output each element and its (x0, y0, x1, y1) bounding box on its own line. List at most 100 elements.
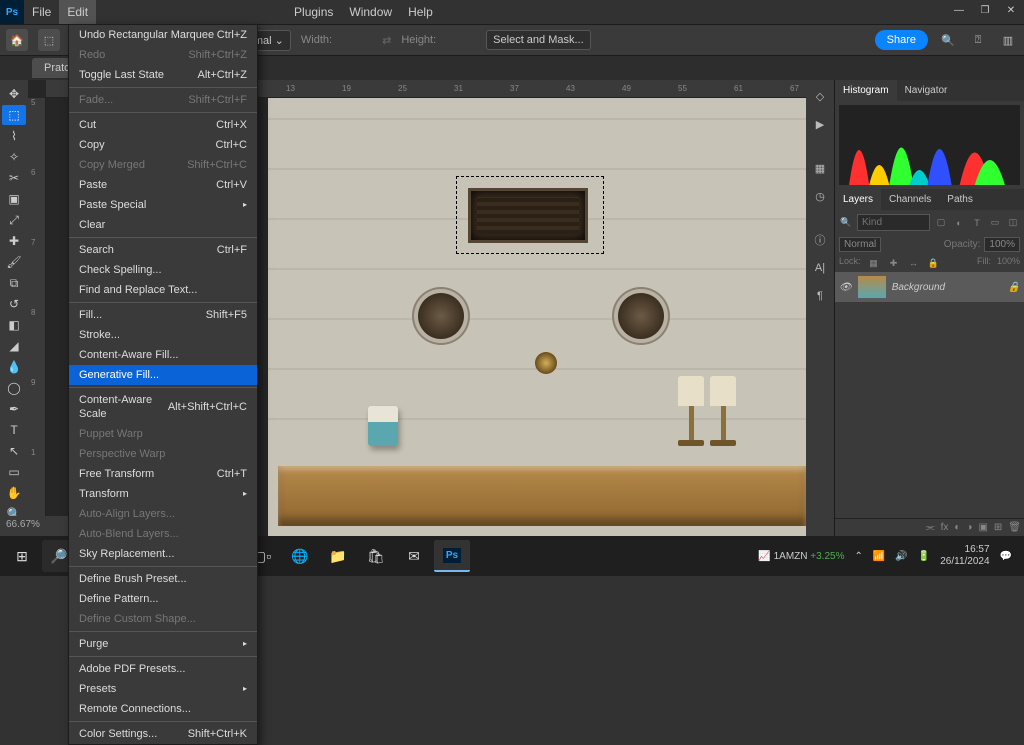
group-icon[interactable]: ▣ (978, 522, 987, 533)
filter-type-icon[interactable]: T (970, 216, 984, 230)
search-icon[interactable]: 🔍 (938, 30, 958, 50)
delete-icon[interactable]: 🗑 (1008, 522, 1021, 533)
color-icon[interactable]: ▦ (810, 158, 830, 178)
marquee-selection[interactable] (456, 176, 604, 254)
clock-icon[interactable]: ◷ (810, 186, 830, 206)
menu-item[interactable]: Color Settings...Shift+Ctrl+K (69, 724, 257, 744)
status-zoom[interactable]: 66.67% (0, 516, 68, 536)
visibility-icon[interactable]: 👁 (839, 282, 852, 293)
workspace-icon[interactable]: ▥ (998, 30, 1018, 50)
layer-thumbnail[interactable] (858, 276, 886, 298)
menu-file[interactable]: File (24, 0, 59, 24)
history-brush-tool[interactable]: ↺ (2, 294, 26, 314)
tray-up-icon[interactable]: ⌃ (854, 551, 862, 562)
wifi-icon[interactable]: 📶 (873, 551, 885, 562)
info-icon[interactable]: ⓘ (810, 230, 830, 250)
fill-value[interactable]: 100% (997, 256, 1020, 270)
menu-item[interactable]: Define Brush Preset... (69, 569, 257, 589)
menu-item[interactable]: CopyCtrl+C (69, 135, 257, 155)
volume-icon[interactable]: 🔊 (895, 551, 907, 562)
photoshop-taskbar-icon[interactable]: Ps (434, 540, 470, 572)
notifications-icon[interactable]: 💬 (1000, 551, 1012, 562)
share-button[interactable]: Share (875, 30, 928, 50)
menu-item[interactable]: CutCtrl+X (69, 115, 257, 135)
explorer-icon[interactable]: 📁 (320, 540, 356, 572)
document-canvas[interactable] (268, 98, 806, 536)
menu-item[interactable]: Purge (69, 634, 257, 654)
window-minimize[interactable]: — (946, 0, 972, 20)
edit-menu-dropdown[interactable]: Undo Rectangular MarqueeCtrl+ZRedoShift+… (68, 24, 258, 745)
mail-icon[interactable]: ✉ (396, 540, 432, 572)
channels-tab[interactable]: Channels (881, 189, 939, 210)
layers-tab[interactable]: Layers (835, 189, 881, 210)
menu-item[interactable]: PasteCtrl+V (69, 175, 257, 195)
menu-item[interactable]: Undo Rectangular MarqueeCtrl+Z (69, 25, 257, 45)
new-layer-icon[interactable]: ⊞ (994, 522, 1002, 533)
window-close[interactable]: ✕ (998, 0, 1024, 20)
start-button[interactable]: ⊞ (4, 540, 40, 572)
mask-icon[interactable]: ◐ (954, 522, 960, 533)
lock-position-icon[interactable]: ✚ (887, 256, 901, 270)
eraser-tool[interactable]: ◧ (2, 315, 26, 335)
marquee-preset-icon[interactable]: ⬚ (38, 29, 60, 51)
blend-mode-select[interactable]: Normal (839, 237, 881, 252)
menu-item[interactable]: Fill...Shift+F5 (69, 305, 257, 325)
link-layers-icon[interactable]: ⫘ (926, 522, 935, 533)
menu-item[interactable]: Clear (69, 215, 257, 235)
menu-item[interactable]: Remote Connections... (69, 699, 257, 719)
ps-logo[interactable]: Ps (0, 0, 24, 24)
menu-item[interactable]: Sky Replacement... (69, 544, 257, 564)
menu-item[interactable]: Presets (69, 679, 257, 699)
stamp-tool[interactable]: ⧉ (2, 273, 26, 293)
menu-item[interactable]: Free TransformCtrl+T (69, 464, 257, 484)
menu-item[interactable]: Stroke... (69, 325, 257, 345)
menu-item[interactable]: Transform (69, 484, 257, 504)
edge-icon[interactable]: 🌐 (282, 540, 318, 572)
marquee-tool[interactable]: ⬚ (2, 105, 26, 125)
menu-item[interactable]: Adobe PDF Presets... (69, 659, 257, 679)
type-panel-icon[interactable]: A| (810, 258, 830, 278)
menu-item[interactable]: Content-Aware Fill... (69, 345, 257, 365)
fx-icon[interactable]: fx (941, 522, 949, 533)
play-icon[interactable]: ▶ (810, 114, 830, 134)
opacity-value[interactable]: 100% (984, 237, 1020, 252)
menu-item[interactable]: SearchCtrl+F (69, 240, 257, 260)
menu-window[interactable]: Window (341, 0, 400, 24)
lasso-tool[interactable]: ⌇ (2, 126, 26, 146)
shape-tool[interactable]: ▭ (2, 462, 26, 482)
brush-tool[interactable]: 🖌 (2, 252, 26, 272)
navigator-tab[interactable]: Navigator (897, 80, 956, 101)
gradient-tool[interactable]: ◢ (2, 336, 26, 356)
lock-artboard-icon[interactable]: ↔ (907, 256, 921, 270)
heal-tool[interactable]: ✚ (2, 231, 26, 251)
stock-widget[interactable]: 📈 1AMZN +3.25% (758, 551, 844, 562)
filter-image-icon[interactable]: ▢ (934, 216, 948, 230)
menu-help[interactable]: Help (400, 0, 441, 24)
menu-item[interactable]: Content-Aware ScaleAlt+Shift+Ctrl+C (69, 390, 257, 424)
crop-tool[interactable]: ✂ (2, 168, 26, 188)
path-tool[interactable]: ↖ (2, 441, 26, 461)
pen-tool[interactable]: ✒ (2, 399, 26, 419)
dock-icon[interactable]: ◇ (810, 86, 830, 106)
eyedropper-tool[interactable]: ⤢ (2, 210, 26, 230)
hand-tool[interactable]: ✋ (2, 483, 26, 503)
move-tool[interactable]: ✥ (2, 84, 26, 104)
layer-background[interactable]: 👁 Background 🔒 (835, 272, 1024, 302)
menu-plugins[interactable]: Plugins (286, 0, 341, 24)
home-button[interactable]: 🏠 (6, 29, 28, 51)
dodge-tool[interactable]: ◯ (2, 378, 26, 398)
window-maximize[interactable]: ❐ (972, 0, 998, 20)
frame-tool[interactable]: ▣ (2, 189, 26, 209)
layer-filter-input[interactable] (857, 214, 930, 231)
paragraph-icon[interactable]: ¶ (810, 286, 830, 306)
type-tool[interactable]: T (2, 420, 26, 440)
menu-item[interactable]: Paste Special (69, 195, 257, 215)
help-icon[interactable]: ⍰ (968, 30, 988, 50)
store-icon[interactable]: 🛍 (358, 540, 394, 572)
lock-pixels-icon[interactable]: ▦ (867, 256, 881, 270)
menu-item[interactable]: Toggle Last StateAlt+Ctrl+Z (69, 65, 257, 85)
histogram-tab[interactable]: Histogram (835, 80, 897, 101)
menu-edit[interactable]: Edit (59, 0, 96, 24)
menu-item[interactable]: Find and Replace Text... (69, 280, 257, 300)
menu-item[interactable]: Define Pattern... (69, 589, 257, 609)
